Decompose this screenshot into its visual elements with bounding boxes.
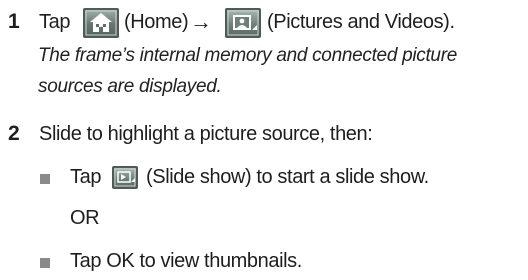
- option-1-label: (Slide show) to start a slide show.: [146, 166, 429, 188]
- home-label: (Home): [124, 11, 189, 33]
- step-2-text: Slide to highlight a picture source, the…: [39, 123, 373, 145]
- step-1-note-line-2: sources are displayed.: [38, 76, 222, 97]
- bullet-marker: [40, 258, 50, 268]
- step-1-number: 1: [8, 10, 20, 33]
- arrow-glyph: →: [190, 9, 212, 34]
- option-1-tap-text: Tap: [70, 166, 102, 188]
- option-2-text: Tap OK to view thumbnails.: [70, 250, 302, 272]
- slide-show-icon: [112, 166, 138, 189]
- pictures-videos-icon: [225, 8, 261, 38]
- step-2-number: 2: [8, 122, 20, 145]
- step-1-tap-text: Tap: [39, 11, 71, 33]
- home-icon: [83, 8, 119, 38]
- instruction-page: 1 Tap (Home) → (Pictures and Videos). Th…: [0, 0, 528, 280]
- or-text: OR: [70, 207, 100, 229]
- bullet-marker: [40, 174, 50, 184]
- step-1-note-line-1: The frame’s internal memory and connecte…: [38, 45, 457, 66]
- pictures-videos-label: (Pictures and Videos).: [267, 11, 455, 33]
